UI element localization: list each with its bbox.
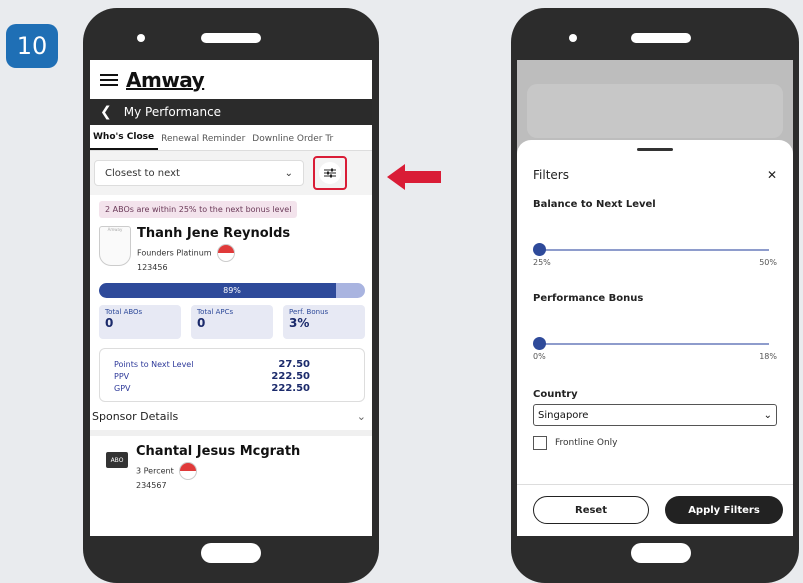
chevron-down-icon: ⌄ xyxy=(356,409,366,423)
filter-button-highlight xyxy=(313,156,347,190)
points-row: PPV 222.50 xyxy=(114,371,350,383)
stat-label: Total ABOs xyxy=(105,308,143,316)
back-chevron-icon[interactable]: ❮ xyxy=(100,104,112,120)
nav-title: My Performance xyxy=(123,105,222,119)
person-name: Chantal Jesus Mcgrath xyxy=(136,444,301,459)
phone-right: Filters ✕ Balance to Next Level 25% 50% … xyxy=(511,8,799,583)
points-box: Points to Next Level 27.50 PPV 222.50 GPV 2… xyxy=(99,348,365,402)
stat-label: Perf. Bonus xyxy=(289,308,329,316)
frontline-label: Frontline Only xyxy=(555,438,618,448)
bonus-title: Performance Bonus xyxy=(533,293,644,304)
abo-badge: ABO xyxy=(106,452,128,468)
stat-value: 0 xyxy=(197,316,206,330)
tab-bar: Who's Close Renewal Reminder Downline Or… xyxy=(90,125,372,151)
person-level: Founders Platinum xyxy=(137,248,212,258)
country-label: Country xyxy=(533,389,578,400)
camera-dot xyxy=(569,34,577,42)
chevron-down-icon: ⌄ xyxy=(763,409,772,421)
tab-renewal-reminder[interactable]: Renewal Reminder xyxy=(158,134,249,150)
apply-filters-button[interactable]: Apply Filters xyxy=(665,496,783,524)
slider-track xyxy=(537,249,769,251)
filters-sheet: Filters ✕ Balance to Next Level 25% 50% … xyxy=(517,140,793,536)
frontline-checkbox[interactable] xyxy=(533,436,547,450)
stat-total-abos: Total ABOs 0 xyxy=(99,305,181,339)
app-logo: Amway xyxy=(126,67,205,92)
progress-bar: 89% xyxy=(99,283,365,298)
points-value: 27.50 xyxy=(278,359,310,370)
reset-button[interactable]: Reset xyxy=(533,496,649,524)
person-name: Thanh Jene Reynolds xyxy=(137,226,291,241)
bonus-slider[interactable] xyxy=(533,334,769,354)
slider-thumb[interactable] xyxy=(533,337,546,350)
points-label: PPV xyxy=(114,372,130,381)
speaker-slot xyxy=(631,33,691,43)
singapore-flag-icon xyxy=(217,244,236,262)
stat-label: Total APCs xyxy=(197,308,234,316)
singapore-flag-icon xyxy=(179,462,198,480)
chevron-down-icon: ⌄ xyxy=(284,167,293,179)
membership-card-icon: Amway xyxy=(99,226,131,266)
phone-left-screen: Amway ❮ My Performance Who's Close Renew… xyxy=(90,60,372,536)
stat-value: 0 xyxy=(105,316,114,330)
pointer-arrow-icon xyxy=(387,164,441,190)
tab-whos-close[interactable]: Who's Close xyxy=(90,132,159,150)
sheet-title: Filters xyxy=(533,168,569,182)
camera-dot xyxy=(137,34,145,42)
filter-sliders-button[interactable] xyxy=(319,162,341,184)
sort-select[interactable]: Closest to next ⌄ xyxy=(94,160,304,186)
person-id: 234567 xyxy=(136,481,167,490)
country-select[interactable]: Singapore ⌄ xyxy=(533,404,777,426)
person-card[interactable]: Amway Thanh Jene Reynolds Founders Plati… xyxy=(99,226,365,273)
balance-title: Balance to Next Level xyxy=(533,199,656,210)
points-row: GPV 222.50 xyxy=(114,383,350,395)
sponsor-details-toggle[interactable]: Sponsor Details ⌄ xyxy=(90,402,372,430)
person-card-2[interactable]: ABO Chantal Jesus Mcgrath 3 Percent 2345… xyxy=(90,436,372,491)
phone-right-screen: Filters ✕ Balance to Next Level 25% 50% … xyxy=(517,60,793,536)
slider-thumb[interactable] xyxy=(533,243,546,256)
app-header: Amway xyxy=(90,60,372,99)
points-value: 222.50 xyxy=(271,371,310,382)
sheet-footer: Reset Apply Filters xyxy=(517,484,793,536)
points-label: Points to Next Level xyxy=(114,360,194,369)
tab-downline-order[interactable]: Downline Order Tr xyxy=(249,134,337,150)
background-card xyxy=(527,84,783,138)
sponsor-label: Sponsor Details xyxy=(92,409,179,423)
balance-slider[interactable] xyxy=(533,240,769,260)
slider-track xyxy=(537,343,769,345)
points-value: 222.50 xyxy=(271,383,310,394)
progress-label: 89% xyxy=(223,286,241,295)
sliders-icon xyxy=(324,168,336,178)
filter-area: Closest to next ⌄ xyxy=(90,151,372,195)
hamburger-menu-icon[interactable] xyxy=(100,73,118,86)
close-icon[interactable]: ✕ xyxy=(767,168,777,182)
phone-left: Amway ❮ My Performance Who's Close Renew… xyxy=(83,8,379,583)
info-pill: 2 ABOs are within 25% to the next bonus … xyxy=(99,201,298,218)
stat-value: 3% xyxy=(289,316,310,330)
stat-perf-bonus: Perf. Bonus 3% xyxy=(283,305,365,339)
person-id: 123456 xyxy=(137,263,168,272)
home-button[interactable] xyxy=(201,543,261,563)
country-value: Singapore xyxy=(538,409,589,421)
stats-row: Total ABOs 0 Total APCs 0 Perf. Bonus 3% xyxy=(99,305,365,339)
nav-bar: ❮ My Performance xyxy=(90,99,372,125)
sort-select-value: Closest to next xyxy=(105,167,180,179)
points-label: GPV xyxy=(114,384,131,393)
frontline-checkbox-row[interactable]: Frontline Only xyxy=(533,436,777,450)
points-row: Points to Next Level 27.50 xyxy=(114,359,350,371)
speaker-slot xyxy=(201,33,261,43)
person-level: 3 Percent xyxy=(136,466,174,476)
sheet-drag-handle[interactable] xyxy=(637,148,673,151)
home-button[interactable] xyxy=(631,543,691,563)
stat-total-apcs: Total APCs 0 xyxy=(191,305,273,339)
step-number-badge: 10 xyxy=(6,24,58,68)
